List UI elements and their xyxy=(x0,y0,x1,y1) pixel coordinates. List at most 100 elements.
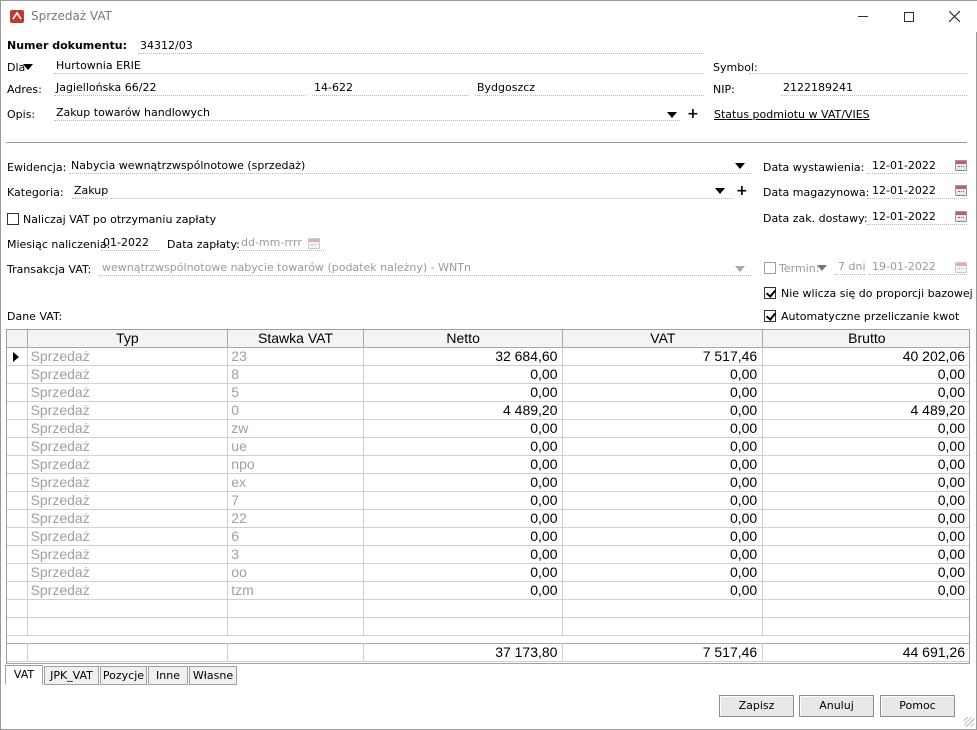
col-header-stawka[interactable]: Stawka VAT xyxy=(227,330,364,348)
row-indicator[interactable] xyxy=(7,563,28,582)
desc-add-icon[interactable]: + xyxy=(687,107,699,121)
empty-cell[interactable] xyxy=(7,617,28,636)
cell-stawka[interactable]: tzm xyxy=(227,581,364,600)
table-row[interactable]: Sprzedaż 6 0,00 0,00 0,00 xyxy=(7,527,969,546)
cell-stawka[interactable]: 23 xyxy=(227,347,364,366)
row-indicator[interactable] xyxy=(7,419,28,438)
cell-vat[interactable]: 0,00 xyxy=(562,437,764,456)
kategoria-add-icon[interactable]: + xyxy=(736,184,748,198)
cell-vat[interactable]: 0,00 xyxy=(562,401,764,420)
cell-netto[interactable]: 4 489,20 xyxy=(363,401,564,420)
col-header-typ[interactable]: Typ xyxy=(27,330,229,348)
tab-pozycje[interactable]: Pozycje xyxy=(100,666,147,685)
table-row[interactable]: Sprzedaż 22 0,00 0,00 0,00 xyxy=(7,509,969,528)
table-row[interactable]: Sprzedaż 23 32 684,60 7 517,46 40 202,06 xyxy=(7,347,969,366)
cell-stawka[interactable]: 5 xyxy=(227,383,364,402)
data-zaplaty-calendar-icon[interactable] xyxy=(308,238,320,249)
postcode-field[interactable]: 14-622 xyxy=(312,80,469,96)
cell-vat[interactable]: 0,00 xyxy=(562,383,764,402)
empty-cell[interactable] xyxy=(562,599,764,618)
tab-jpk-vat[interactable]: JPK_VAT xyxy=(44,666,99,685)
auto-checkbox[interactable] xyxy=(764,310,776,322)
row-indicator[interactable] xyxy=(7,383,28,402)
desc-field[interactable]: Zakup towarów handlowych xyxy=(54,105,680,121)
table-row[interactable]: Sprzedaż 0 4 489,20 0,00 4 489,20 xyxy=(7,401,969,420)
cell-typ[interactable]: Sprzedaż xyxy=(27,581,229,600)
cell-typ[interactable]: Sprzedaż xyxy=(27,527,229,546)
cell-typ[interactable]: Sprzedaż xyxy=(27,437,229,456)
cell-vat[interactable]: 0,00 xyxy=(562,473,764,492)
cell-netto[interactable]: 0,00 xyxy=(363,437,564,456)
cell-vat[interactable]: 0,00 xyxy=(562,509,764,528)
cell-typ[interactable]: Sprzedaż xyxy=(27,563,229,582)
row-indicator[interactable] xyxy=(7,491,28,510)
data-dost-calendar-icon[interactable] xyxy=(955,211,967,222)
tab-vat[interactable]: VAT xyxy=(5,665,43,685)
transakcja-select[interactable]: wewnątrzwspólnotowe nabycie towarów (pod… xyxy=(99,260,751,276)
vat-grid[interactable]: Typ Stawka VAT Netto VAT Brutto Sprzedaż… xyxy=(6,329,970,664)
row-indicator[interactable] xyxy=(7,455,28,474)
cell-vat[interactable]: 0,00 xyxy=(562,527,764,546)
nie-wlicza-checkbox[interactable] xyxy=(764,287,776,299)
table-row[interactable]: Sprzedaż oo 0,00 0,00 0,00 xyxy=(7,563,969,582)
cell-stawka[interactable]: ue xyxy=(227,437,364,456)
tab-inne[interactable]: Inne xyxy=(148,666,188,685)
vies-status-link[interactable]: Status podmiotu w VAT/VIES xyxy=(714,108,870,121)
cell-typ[interactable]: Sprzedaż xyxy=(27,347,229,366)
empty-cell[interactable] xyxy=(27,599,229,618)
cell-vat[interactable]: 0,00 xyxy=(562,491,764,510)
street-field[interactable]: Jagiellońska 66/22 xyxy=(54,80,306,96)
kategoria-select[interactable]: Zakup xyxy=(72,183,732,199)
col-header-vat[interactable]: VAT xyxy=(562,330,764,348)
cell-netto[interactable]: 32 684,60 xyxy=(363,347,564,366)
cell-typ[interactable]: Sprzedaż xyxy=(27,473,229,492)
row-indicator[interactable] xyxy=(7,365,28,384)
termin-calendar-icon[interactable] xyxy=(955,262,967,273)
cell-brutto[interactable]: 0,00 xyxy=(762,473,969,492)
cell-netto[interactable]: 0,00 xyxy=(363,527,564,546)
cell-brutto[interactable]: 0,00 xyxy=(762,437,969,456)
title-bar[interactable]: Sprzedaż VAT xyxy=(1,1,977,32)
row-indicator[interactable] xyxy=(7,437,28,456)
table-row[interactable]: Sprzedaż ex 0,00 0,00 0,00 xyxy=(7,473,969,492)
doc-number-field[interactable]: 34312/03 xyxy=(138,38,704,54)
cell-brutto[interactable]: 0,00 xyxy=(762,491,969,510)
empty-cell[interactable] xyxy=(227,617,364,636)
table-row[interactable]: Sprzedaż ue 0,00 0,00 0,00 xyxy=(7,437,969,456)
help-button[interactable]: Pomoc xyxy=(880,695,955,717)
nip-field[interactable]: 2122189241 xyxy=(781,80,967,96)
cell-typ[interactable]: Sprzedaż xyxy=(27,491,229,510)
data-wyst-calendar-icon[interactable] xyxy=(955,160,967,171)
cell-brutto[interactable]: 0,00 xyxy=(762,563,969,582)
cell-stawka[interactable]: ex xyxy=(227,473,364,492)
cell-vat[interactable]: 0,00 xyxy=(562,581,764,600)
table-row[interactable]: Sprzedaż 5 0,00 0,00 0,00 xyxy=(7,383,969,402)
desc-dropdown-icon[interactable] xyxy=(667,112,677,118)
cell-typ[interactable]: Sprzedaż xyxy=(27,401,229,420)
cell-brutto[interactable]: 0,00 xyxy=(762,545,969,564)
cell-stawka[interactable]: 8 xyxy=(227,365,364,384)
cell-netto[interactable]: 0,00 xyxy=(363,545,564,564)
data-mag-calendar-icon[interactable] xyxy=(955,185,967,196)
row-indicator[interactable] xyxy=(7,473,28,492)
table-row[interactable]: Sprzedaż npo 0,00 0,00 0,00 xyxy=(7,455,969,474)
cell-vat[interactable]: 0,00 xyxy=(562,365,764,384)
cell-netto[interactable]: 0,00 xyxy=(363,563,564,582)
cell-brutto[interactable]: 0,00 xyxy=(762,581,969,600)
empty-cell[interactable] xyxy=(27,617,229,636)
row-indicator[interactable] xyxy=(7,509,28,528)
row-indicator[interactable] xyxy=(7,545,28,564)
cell-brutto[interactable]: 4 489,20 xyxy=(762,401,969,420)
cell-netto[interactable]: 0,00 xyxy=(363,581,564,600)
cell-typ[interactable]: Sprzedaż xyxy=(27,455,229,474)
cell-stawka[interactable]: 3 xyxy=(227,545,364,564)
empty-cell[interactable] xyxy=(363,599,564,618)
kategoria-dropdown-icon[interactable] xyxy=(715,188,725,194)
cell-netto[interactable]: 0,00 xyxy=(363,383,564,402)
cell-brutto[interactable]: 0,00 xyxy=(762,527,969,546)
row-indicator[interactable] xyxy=(7,581,28,600)
termin-dropdown-icon[interactable] xyxy=(817,265,827,271)
cell-typ[interactable]: Sprzedaż xyxy=(27,419,229,438)
resize-grip-icon[interactable] xyxy=(964,717,974,727)
ewidencja-select[interactable]: Nabycia wewnątrzwspólnotowe (sprzedaż) xyxy=(69,158,751,174)
